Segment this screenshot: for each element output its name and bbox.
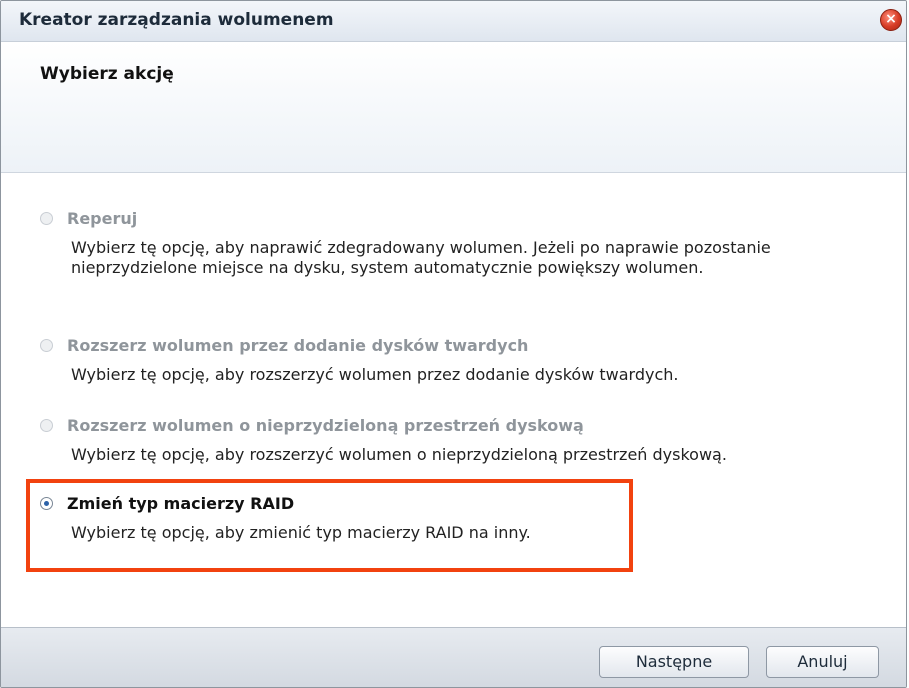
- option-description: Wybierz tę opcję, aby rozszerzyć wolumen…: [71, 365, 679, 384]
- title-bar: Kreator zarządzania wolumenem ×: [1, 1, 906, 42]
- option-label: Reperuj: [67, 208, 138, 228]
- radio-button-icon[interactable]: [40, 496, 53, 510]
- step-header: Wybierz akcję: [1, 42, 906, 173]
- close-icon: ×: [885, 11, 897, 27]
- radio-button-icon[interactable]: [40, 418, 53, 432]
- footer: Następne Anuluj: [1, 627, 906, 687]
- option-description: Wybierz tę opcję, aby naprawić zdegradow…: [71, 238, 771, 277]
- window-title: Kreator zarządzania wolumenem: [19, 10, 334, 30]
- step-title: Wybierz akcję: [40, 64, 174, 84]
- option-label: Rozszerz wolumen o nieprzydzieloną przes…: [67, 415, 584, 435]
- option-description: Wybierz tę opcję, aby zmienić typ macier…: [71, 523, 531, 542]
- radio-button-icon[interactable]: [40, 211, 53, 225]
- close-button[interactable]: ×: [880, 9, 902, 31]
- next-button[interactable]: Następne: [599, 646, 749, 678]
- option-label: Rozszerz wolumen przez dodanie dysków tw…: [67, 335, 529, 355]
- option-label: Zmień typ macierzy RAID: [67, 493, 295, 513]
- wizard-window: Kreator zarządzania wolumenem × Wybierz …: [0, 0, 907, 688]
- radio-button-icon[interactable]: [40, 338, 53, 352]
- cancel-button[interactable]: Anuluj: [766, 646, 879, 678]
- option-description: Wybierz tę opcję, aby rozszerzyć wolumen…: [71, 445, 727, 464]
